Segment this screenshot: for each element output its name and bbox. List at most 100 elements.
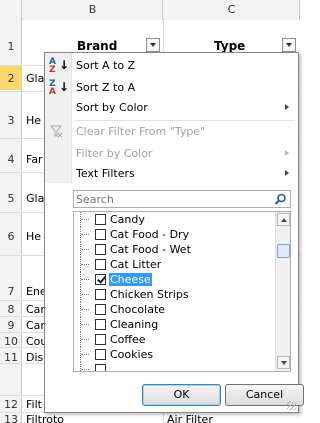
row-number[interactable]: 11 xyxy=(0,351,22,364)
cell-text[interactable]: Air Filter xyxy=(167,413,213,423)
list-item-label: Candy xyxy=(110,213,145,226)
tree-connector xyxy=(80,212,94,227)
search-input[interactable] xyxy=(76,191,272,207)
list-item[interactable]: Coffee xyxy=(74,332,275,347)
ok-button[interactable]: OK xyxy=(142,384,221,406)
column-header-b[interactable]: B xyxy=(23,0,163,20)
checkbox[interactable] xyxy=(95,334,106,345)
tree-connector xyxy=(80,347,94,362)
tree-connector xyxy=(80,242,94,257)
row-number[interactable]: 8 xyxy=(0,303,22,316)
search-box xyxy=(73,190,291,208)
row-number[interactable]: 7 xyxy=(0,285,22,298)
list-item[interactable]: Cat Litter xyxy=(74,257,275,272)
cell-text[interactable]: Filtroto xyxy=(26,413,64,423)
tree-connector xyxy=(80,332,94,347)
list-item[interactable]: Cat Food - Wet xyxy=(74,242,275,257)
list-item-label: Cookies xyxy=(110,348,154,361)
menu-label: Text Filters xyxy=(76,167,135,180)
list-item-label: Coffee xyxy=(110,333,146,346)
menu-label: Sort Z to A xyxy=(76,81,136,94)
cell-text[interactable]: Filt xyxy=(26,398,42,411)
list-item-label: Cat Food - Dry xyxy=(110,228,190,241)
filter-values-list[interactable]: Candy Cat Food - Dry Cat Food - Wet Cat … xyxy=(73,211,291,372)
menu-label: Filter by Color xyxy=(76,147,153,160)
list-item[interactable]: Cookies xyxy=(74,347,275,362)
sort-a-to-z-icon: AZ ↓ xyxy=(49,57,70,75)
checkbox[interactable] xyxy=(95,319,106,330)
resize-grip[interactable] xyxy=(287,401,296,410)
menu-item-text-filters[interactable]: Text Filters xyxy=(45,163,298,185)
cell-text[interactable]: Car xyxy=(26,319,45,332)
row-number[interactable]: 9 xyxy=(0,319,22,332)
checkbox[interactable] xyxy=(95,364,106,371)
menu-item-sort-z-to-a[interactable]: ZA ↓ Sort Z to A xyxy=(45,77,298,99)
cell-text[interactable]: He xyxy=(26,230,41,243)
list-item-partial[interactable] xyxy=(74,362,275,371)
row-number[interactable]: 10 xyxy=(0,335,22,348)
list-item[interactable]: Cheese xyxy=(74,272,275,287)
cell-text[interactable]: Far xyxy=(26,153,43,166)
list-item[interactable]: Cat Food - Dry xyxy=(74,227,275,242)
checkbox[interactable] xyxy=(95,214,106,225)
list-item[interactable]: Chicken Strips xyxy=(74,287,275,302)
list-item-label: Chocolate xyxy=(110,303,166,316)
tree-connector xyxy=(80,257,94,272)
list-item-label: Cat Food - Wet xyxy=(110,243,191,256)
list-item[interactable]: Chocolate xyxy=(74,302,275,317)
list-item[interactable]: Cleaning xyxy=(74,317,275,332)
list-item[interactable]: Candy xyxy=(74,212,275,227)
row-number[interactable]: 1 xyxy=(0,40,22,53)
scrollbar-thumb[interactable] xyxy=(277,244,290,258)
checkbox-checked[interactable] xyxy=(95,274,106,285)
list-scrollbar[interactable] xyxy=(275,212,290,371)
submenu-arrow-icon xyxy=(285,170,289,176)
row-number[interactable]: 3 xyxy=(0,114,22,127)
cell-text[interactable]: Car xyxy=(26,303,45,316)
row-number[interactable]: 6 xyxy=(0,230,22,243)
header-brand[interactable]: Brand xyxy=(77,39,117,53)
checkbox[interactable] xyxy=(95,289,106,300)
select-all-corner[interactable] xyxy=(0,0,22,20)
checkbox[interactable] xyxy=(95,304,106,315)
sort-z-to-a-icon: ZA ↓ xyxy=(49,79,70,97)
checkbox[interactable] xyxy=(95,244,106,255)
menu-item-filter-by-color[interactable]: Filter by Color xyxy=(45,143,298,165)
list-item-label: Cleaning xyxy=(110,318,159,331)
list-item-label: Chicken Strips xyxy=(110,288,189,301)
menu-label: Clear Filter From "Type" xyxy=(76,125,206,138)
checkbox[interactable] xyxy=(95,259,106,270)
scroll-down-button[interactable] xyxy=(277,356,290,369)
tree-connector xyxy=(80,362,94,371)
submenu-arrow-icon xyxy=(285,104,289,110)
checkbox[interactable] xyxy=(95,229,106,240)
row-number[interactable]: 12 xyxy=(0,398,22,411)
scroll-up-button[interactable] xyxy=(277,213,290,226)
row-number[interactable]: 13 xyxy=(0,413,22,423)
cell-text[interactable]: Dis xyxy=(26,351,43,364)
cell-text[interactable]: Gla xyxy=(26,72,44,85)
menu-label: Sort by Color xyxy=(76,101,148,114)
list-item-label: Cat Litter xyxy=(110,258,162,271)
checkbox[interactable] xyxy=(95,349,106,360)
autofilter-dropdown: AZ ↓ Sort A to Z ZA ↓ Sort Z to A Sort b… xyxy=(44,52,304,413)
filter-values-viewport: Candy Cat Food - Dry Cat Food - Wet Cat … xyxy=(74,212,275,371)
menu-item-sort-a-to-z[interactable]: AZ ↓ Sort A to Z xyxy=(45,55,298,77)
tree-connector xyxy=(80,272,94,287)
list-item-label: Cheese xyxy=(109,273,152,286)
filter-dropdown-button-type[interactable] xyxy=(282,38,296,52)
header-type[interactable]: Type xyxy=(214,39,245,53)
row-number[interactable]: 2 xyxy=(0,72,22,85)
tree-connector xyxy=(80,317,94,332)
cell-text[interactable]: Gla xyxy=(26,192,44,205)
menu-item-clear-filter[interactable]: Clear Filter From "Type" xyxy=(45,121,298,143)
menu-item-sort-by-color[interactable]: Sort by Color xyxy=(45,97,298,119)
filter-dropdown-button-brand[interactable] xyxy=(146,38,160,52)
search-icon[interactable] xyxy=(274,193,287,206)
row-number[interactable]: 4 xyxy=(0,153,22,166)
column-header-c[interactable]: C xyxy=(164,0,300,20)
cell-text[interactable]: He xyxy=(26,114,41,127)
clear-filter-icon xyxy=(49,124,67,140)
tree-connector xyxy=(80,287,94,302)
row-number[interactable]: 5 xyxy=(0,192,22,205)
